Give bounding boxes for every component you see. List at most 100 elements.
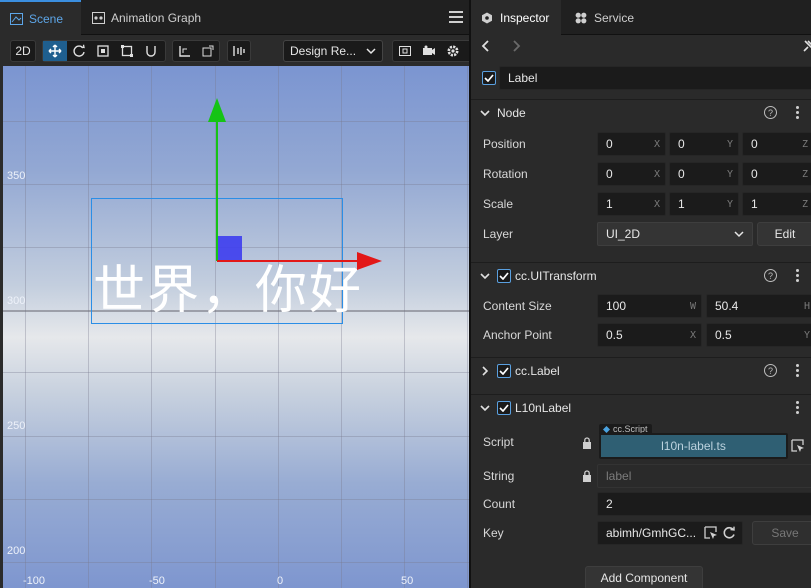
tab-service[interactable]: Service [565, 0, 644, 35]
string-label: String [483, 469, 515, 483]
content-size-h-field[interactable]: 50.4 H [706, 294, 811, 318]
layer-edit-button[interactable]: Edit [757, 222, 811, 246]
node-name-field[interactable]: Label [499, 66, 811, 90]
x-axis-arrow-icon [357, 252, 382, 270]
transform-tool-icon[interactable] [139, 41, 163, 61]
scale-y-field[interactable]: 1Y [669, 192, 739, 216]
cc-label-enabled-checkbox[interactable] [497, 364, 511, 378]
more-options-icon[interactable] [796, 106, 799, 119]
tab-inspector-label: Inspector [500, 10, 550, 25]
key-save-button[interactable]: Save [752, 521, 811, 545]
locate-asset-icon[interactable] [791, 439, 805, 453]
tab-animation-graph[interactable]: Animation Graph [82, 0, 211, 35]
script-value: l10n-label.ts [661, 439, 726, 453]
axis-x-letter: X [653, 168, 660, 180]
design-resolution-select[interactable]: Design Re... [283, 40, 383, 62]
frame-icon[interactable] [393, 41, 417, 61]
position-y-field[interactable]: 0Y [669, 132, 739, 156]
lock-icon [583, 470, 591, 482]
node-active-checkbox[interactable] [482, 71, 496, 85]
pick-key-icon[interactable] [704, 526, 718, 540]
layer-select[interactable]: UI_2D [597, 222, 753, 246]
tab-inspector[interactable]: Inspector [471, 0, 561, 35]
string-row: String label [471, 464, 811, 488]
content-size-h-value: 50.4 [715, 299, 739, 313]
scale-tool-icon[interactable] [91, 41, 115, 61]
axis-z-letter: Z [801, 138, 808, 150]
camera-icon[interactable] [417, 41, 441, 61]
add-component-button[interactable]: Add Component [585, 566, 703, 588]
content-size-label: Content Size [483, 299, 552, 313]
gear-icon[interactable] [441, 41, 465, 61]
check-icon [484, 74, 494, 82]
rotation-x-value: 0 [606, 167, 613, 181]
content-size-w-field[interactable]: 100 W [597, 294, 702, 318]
move-tool-icon[interactable] [43, 41, 67, 61]
rotate-tool-icon[interactable] [67, 41, 91, 61]
axis-x-letter: X [653, 198, 660, 210]
axis-y-letter: Y [803, 329, 810, 341]
mode-2d-button[interactable]: 2D [10, 40, 36, 62]
more-options-icon[interactable] [796, 364, 799, 377]
anchor-y-value: 0.5 [715, 328, 732, 342]
layer-label: Layer [483, 227, 514, 241]
pin-icon[interactable] [802, 40, 811, 52]
scale-x-value: 1 [606, 197, 613, 211]
check-icon [499, 404, 509, 412]
scene-viewport[interactable]: 350 300 250 200 -100 -50 0 50 世界，你好 [3, 66, 469, 588]
l10n-label-section-header[interactable]: L10nLabel [471, 394, 811, 420]
anchor-x-value: 0.5 [606, 328, 623, 342]
y-axis-arrow-icon [208, 98, 226, 122]
l10n-label-enabled-checkbox[interactable] [497, 401, 511, 415]
layer-value: UI_2D [606, 227, 641, 241]
axis-y-letter: Y [726, 138, 733, 150]
more-options-icon[interactable] [796, 269, 799, 282]
count-field[interactable]: 2 [597, 492, 811, 516]
position-z-value: 0 [751, 137, 758, 151]
panel-menu-icon[interactable] [449, 11, 463, 23]
anchor-x-field[interactable]: 0.5 X [597, 323, 702, 347]
rotation-y-field[interactable]: 0Y [669, 162, 739, 186]
back-arrow-icon[interactable] [481, 40, 491, 52]
help-icon[interactable]: ? [764, 269, 777, 282]
editor-root: Scene Animation Graph 2D Design Re... 35… [0, 0, 811, 588]
axis-h-letter: H [803, 300, 810, 312]
anchor-y-field[interactable]: 0.5 Y [706, 323, 811, 347]
align-icon[interactable] [228, 41, 250, 61]
axis-w-letter: W [689, 300, 696, 312]
position-y-value: 0 [678, 137, 685, 151]
view-tool-group [392, 40, 469, 62]
rect-tool-icon[interactable] [115, 41, 139, 61]
forward-arrow-icon[interactable] [511, 40, 521, 52]
uitransform-enabled-checkbox[interactable] [497, 269, 511, 283]
transform-tool-group [42, 40, 166, 62]
axis-y-letter: Y [726, 198, 733, 210]
position-z-field[interactable]: 0Z [742, 132, 811, 156]
scale-z-field[interactable]: 1Z [742, 192, 811, 216]
move-gizmo[interactable] [3, 66, 469, 588]
node-section-header[interactable]: Node ? [471, 99, 811, 125]
scale-row: Scale 1X 1Y 1Z [471, 192, 811, 216]
tab-animation-graph-label: Animation Graph [111, 10, 202, 25]
design-resolution-value: Design Re... [290, 44, 357, 58]
scale-x-field[interactable]: 1X [597, 192, 666, 216]
refresh-icon[interactable] [722, 526, 736, 540]
position-x-field[interactable]: 0X [597, 132, 666, 156]
rotation-z-field[interactable]: 0Z [742, 162, 811, 186]
uitransform-section-header[interactable]: cc.UITransform ? [471, 262, 811, 288]
help-icon[interactable]: ? [764, 364, 777, 377]
cc-label-section-header[interactable]: cc.Label ? [471, 357, 811, 383]
snap-settings-icon[interactable] [196, 41, 219, 61]
rotation-y-value: 0 [678, 167, 685, 181]
axis-x-letter: X [689, 329, 696, 341]
node-section-title: Node [497, 105, 526, 120]
script-field[interactable]: l10n-label.ts [599, 433, 788, 459]
tab-scene[interactable]: Scene [0, 0, 81, 35]
string-field[interactable]: label [597, 464, 811, 488]
rotation-x-field[interactable]: 0X [597, 162, 666, 186]
more-options-icon[interactable] [796, 401, 799, 414]
content-size-w-value: 100 [606, 299, 627, 313]
snap-icon[interactable] [173, 41, 196, 61]
help-icon[interactable]: ? [764, 106, 777, 119]
inspector-panel: Inspector Service Label Node ? Position … [471, 0, 811, 588]
